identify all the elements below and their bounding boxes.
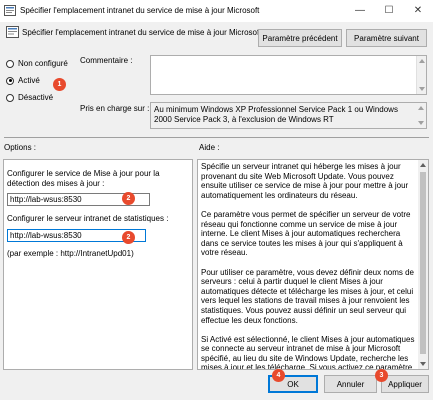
scroll-up-icon xyxy=(419,59,425,63)
example-text: (par exemple : http://IntranetUpd01) xyxy=(7,249,134,258)
radio-indicator xyxy=(6,93,14,102)
supported-value: Au minimum Windows XP Professionnel Serv… xyxy=(154,105,398,124)
next-setting-button[interactable]: Paramètre suivant xyxy=(346,29,427,47)
radio-indicator xyxy=(6,76,14,85)
comment-field[interactable] xyxy=(150,55,427,95)
comment-label: Commentaire : xyxy=(80,56,133,65)
annotation-badge: 4 xyxy=(272,369,285,382)
help-paragraph: Pour utiliser ce paramètre, vous devez d… xyxy=(201,267,414,325)
help-paragraph: Si Activé est sélectionné, le client Mis… xyxy=(201,334,415,370)
stats-label: Configurer le serveur intranet de statis… xyxy=(7,214,169,223)
divider xyxy=(4,137,429,138)
policy-name: Spécifier l'emplacement intranet du serv… xyxy=(22,28,262,37)
radio-not-configured[interactable]: Non configuré xyxy=(6,59,68,68)
options-panel: Configurer le service de Mise à jour pou… xyxy=(3,159,193,370)
comment-scrollbar[interactable] xyxy=(416,56,426,94)
radio-disabled[interactable]: Désactivé xyxy=(6,93,53,102)
previous-setting-button[interactable]: Paramètre précédent xyxy=(258,29,342,47)
supported-field: Au minimum Windows XP Professionnel Serv… xyxy=(150,102,427,129)
help-panel: Spécifie un serveur intranet qui héberge… xyxy=(197,159,429,370)
scroll-down-icon xyxy=(419,87,425,91)
radio-indicator xyxy=(6,59,14,68)
title-bar: Spécifier l'emplacement intranet du serv… xyxy=(0,0,433,22)
help-text: Spécifie un serveur intranet qui héberge… xyxy=(201,162,415,370)
options-label: Options : xyxy=(4,143,37,152)
help-paragraph: Spécifie un serveur intranet qui héberge… xyxy=(201,162,409,200)
scroll-down-icon xyxy=(418,121,424,125)
annotation-badge: 1 xyxy=(53,78,66,91)
supported-scrollbar[interactable] xyxy=(416,103,426,128)
help-scrollbar[interactable] xyxy=(418,160,428,369)
detection-label: Configurer le service de Mise à jour pou… xyxy=(7,169,160,188)
radio-label: Non configuré xyxy=(18,59,68,68)
window-title: Spécifier l'emplacement intranet du serv… xyxy=(20,6,260,15)
cancel-button[interactable]: Annuler xyxy=(324,375,377,393)
annotation-badge: 2 xyxy=(122,192,135,205)
maximize-button[interactable]: ☐ xyxy=(375,0,403,22)
close-button[interactable]: ✕ xyxy=(404,0,432,22)
policy-dialog: Spécifier l'emplacement intranet du serv… xyxy=(0,0,433,400)
apply-button[interactable]: Appliquer xyxy=(381,375,429,393)
annotation-badge: 3 xyxy=(375,369,388,382)
radio-label: Activé xyxy=(18,76,40,85)
policy-icon xyxy=(6,26,19,38)
help-paragraph: Ce paramètre vous permet de spécifier un… xyxy=(201,209,411,258)
scroll-up-icon xyxy=(418,106,424,110)
annotation-badge: 2 xyxy=(122,231,135,244)
supported-label: Pris en charge sur : xyxy=(80,104,150,113)
scroll-up-icon xyxy=(420,163,426,167)
radio-label: Désactivé xyxy=(18,93,54,102)
minimize-button[interactable]: — xyxy=(346,0,374,22)
scroll-down-icon xyxy=(420,362,426,366)
scroll-thumb[interactable] xyxy=(420,172,426,354)
help-label: Aide : xyxy=(199,143,220,152)
radio-enabled[interactable]: Activé xyxy=(6,76,40,85)
policy-icon xyxy=(4,5,16,16)
